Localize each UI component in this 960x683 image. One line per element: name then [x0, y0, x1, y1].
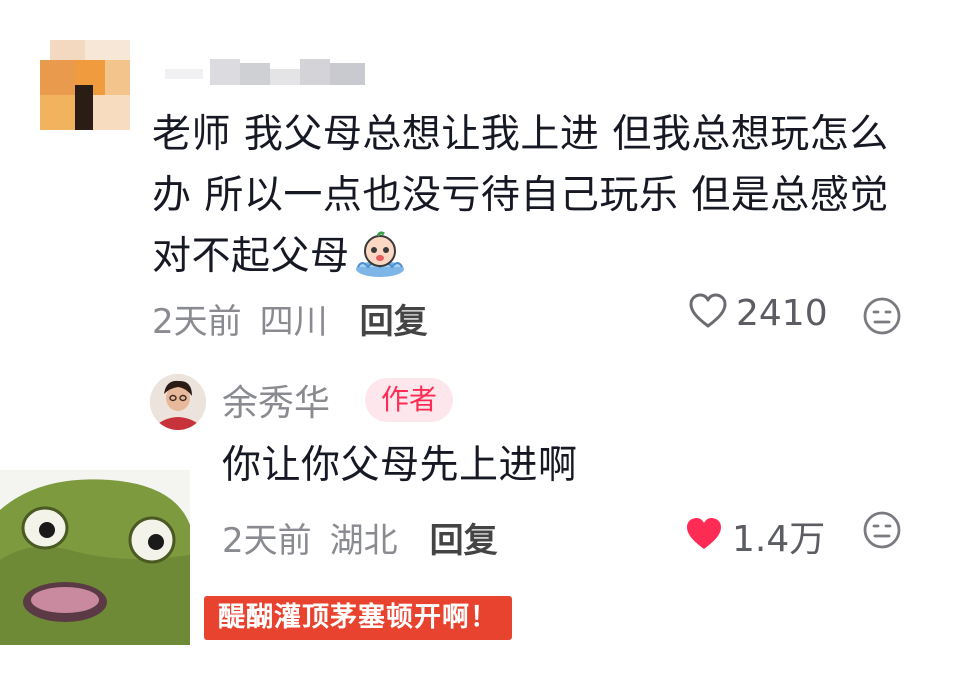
reply-text: 你让你父母先上进啊 [222, 443, 578, 488]
heart-filled-icon [684, 515, 724, 557]
author-badge: 作者 [365, 378, 454, 422]
author-avatar[interactable] [150, 374, 206, 430]
like-button-active[interactable]: 1.4万 [684, 510, 825, 562]
reply-location: 湖北 [329, 521, 398, 561]
username-blurred[interactable] [165, 57, 380, 87]
avatar-blurred[interactable] [40, 40, 130, 130]
reply-button[interactable]: 回复 [360, 294, 428, 343]
reply-meta-row: 2天前 湖北 回复 [222, 513, 498, 562]
frog-sticker-image [0, 470, 190, 645]
comment-time: 2天前 [152, 302, 242, 342]
like-count: 2410 [736, 292, 828, 334]
author-name[interactable]: 余秀华 [222, 374, 330, 426]
like-button[interactable]: 2410 [688, 292, 828, 334]
smiley-icon[interactable] [862, 510, 902, 554]
reply-button[interactable]: 回复 [430, 513, 498, 562]
smiley-icon[interactable] [862, 296, 902, 340]
heart-outline-icon [688, 292, 728, 334]
comment-text: 老师 我父母总想让我上进 但我总想玩怎么办 所以一点也没亏待自己玩乐 但是总感觉… [152, 104, 922, 295]
comment-meta-row: 2天前 四川 回复 [152, 294, 428, 343]
reply-time: 2天前 [222, 521, 312, 561]
crying-emoji-icon [354, 231, 406, 295]
sticker-caption: 醍醐灌顶茅塞顿开啊！ [204, 596, 512, 640]
comment-location: 四川 [259, 302, 328, 342]
like-count: 1.4万 [732, 519, 826, 560]
